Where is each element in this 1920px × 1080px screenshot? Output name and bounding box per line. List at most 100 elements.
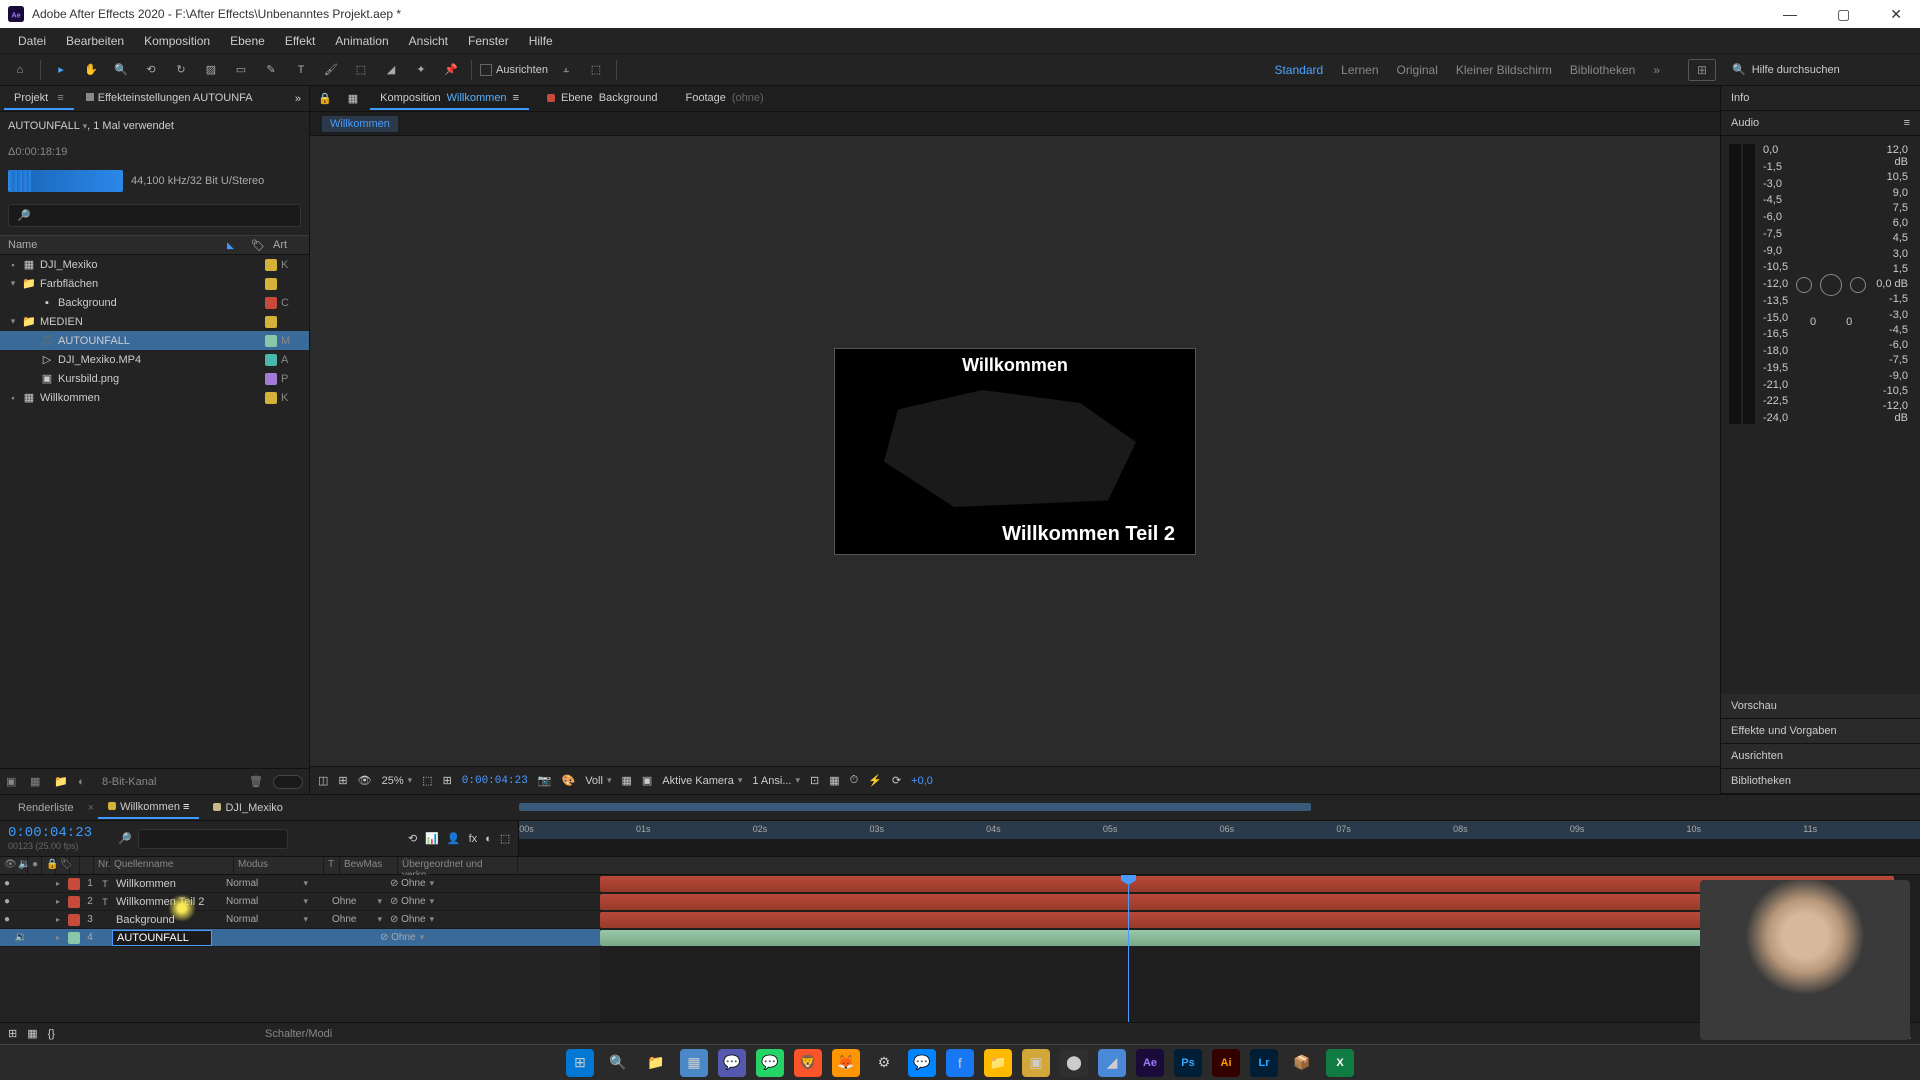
tab-bibliotheken[interactable]: Bibliotheken [1721, 769, 1920, 794]
tab-komposition[interactable]: Komposition Willkommen ≡ [370, 88, 529, 110]
tl-draft-icon[interactable]: ⬚ [500, 832, 510, 845]
project-item[interactable]: ▪▦WillkommenK [0, 388, 309, 407]
ps-icon[interactable]: Ps [1174, 1049, 1202, 1077]
tl-graph-icon[interactable]: 📊 [425, 832, 439, 845]
col-name[interactable]: Name [8, 239, 219, 251]
res-select[interactable]: Voll▾ [585, 775, 611, 787]
zoom-select[interactable]: 25%▾ [382, 775, 413, 787]
snapshot-icon[interactable]: 📷 [538, 774, 552, 787]
lr-icon[interactable]: Lr [1250, 1049, 1278, 1077]
region-icon[interactable]: 🎨 [562, 774, 576, 787]
ae-icon[interactable]: Ae [1136, 1049, 1164, 1077]
help-search[interactable]: 🔍 Hilfe durchsuchen [1732, 63, 1912, 76]
grid-icon[interactable]: ⊞ [443, 774, 452, 787]
col-tag-icon[interactable]: 🏷 [251, 239, 265, 252]
views-select[interactable]: 1 Ansi...▾ [752, 775, 800, 787]
interpret-icon[interactable]: ▣ [6, 775, 22, 788]
comp-tab-lock-icon[interactable]: 🔒 [314, 92, 336, 105]
menu-effekt[interactable]: Effekt [275, 30, 325, 52]
pixel-icon[interactable]: ⊡ [810, 774, 819, 787]
align-check[interactable]: Ausrichten [480, 64, 548, 76]
menu-animation[interactable]: Animation [325, 30, 398, 52]
col-source[interactable]: Quellenname [110, 857, 234, 874]
pen-tool[interactable]: ✎ [259, 58, 283, 82]
minimize-button[interactable]: — [1773, 2, 1807, 27]
close-button[interactable]: ✕ [1880, 2, 1912, 27]
timeline-search[interactable] [138, 829, 288, 849]
ws-edit-icon[interactable]: ⊞ [1688, 59, 1716, 81]
puppet-tool[interactable]: 📌 [439, 58, 463, 82]
tab-ausrichten[interactable]: Ausrichten [1721, 744, 1920, 769]
knob-l[interactable] [1796, 277, 1812, 293]
tl-brace-icon[interactable]: {} [48, 1028, 55, 1040]
menu-ansicht[interactable]: Ansicht [399, 30, 458, 52]
facebook-icon[interactable]: f [946, 1049, 974, 1077]
col-t[interactable]: T [324, 857, 340, 874]
trash-icon[interactable]: 🗑 [249, 775, 265, 788]
maximize-button[interactable]: ▢ [1827, 2, 1860, 27]
rotate-tool[interactable]: ↻ [169, 58, 193, 82]
roto-tool[interactable]: ✦ [409, 58, 433, 82]
widgets-icon[interactable]: ▦ [680, 1049, 708, 1077]
teams-icon[interactable]: 💬 [718, 1049, 746, 1077]
zoom-tool[interactable]: 🔍 [109, 58, 133, 82]
col-trk[interactable]: BewMas [340, 857, 398, 874]
app2-icon[interactable]: ▣ [1022, 1049, 1050, 1077]
col-nr[interactable]: Nr. [94, 857, 110, 874]
ws-more-icon[interactable]: » [1653, 63, 1660, 77]
explorer-icon[interactable]: 📁 [642, 1049, 670, 1077]
col-label-icon[interactable]: ◣ [227, 240, 243, 251]
comp-breadcrumb[interactable]: Willkommen [322, 116, 398, 132]
switch-modes[interactable]: Schalter/Modi [265, 1028, 332, 1040]
start-icon[interactable]: ⊞ [566, 1049, 594, 1077]
col-mode[interactable]: Modus [234, 857, 324, 874]
col-parent[interactable]: Übergeordnet und verkn... [398, 857, 518, 874]
project-item[interactable]: ▣Kursbild.pngP [0, 369, 309, 388]
app4-icon[interactable]: 📦 [1288, 1049, 1316, 1077]
tl-toggle-icon[interactable]: ⊞ [8, 1027, 17, 1040]
viewer-time[interactable]: 0:00:04:23 [462, 775, 528, 787]
tl-comp-icon[interactable]: ⟲ [408, 832, 417, 845]
search-toggle[interactable] [273, 775, 303, 789]
eraser-tool[interactable]: ◢ [379, 58, 403, 82]
menu-bearbeiten[interactable]: Bearbeiten [56, 30, 134, 52]
knob-r[interactable] [1850, 277, 1866, 293]
new-folder-icon[interactable]: 📁 [54, 775, 70, 788]
camera-select[interactable]: Aktive Kamera▾ [662, 775, 742, 787]
menu-fenster[interactable]: Fenster [458, 30, 519, 52]
brush-tool[interactable]: 🖌 [319, 58, 343, 82]
panel-more-icon[interactable]: » [291, 93, 305, 105]
3d-icon[interactable]: ▣ [642, 774, 652, 787]
tab-vorschau[interactable]: Vorschau [1721, 694, 1920, 719]
mask-icon[interactable]: 👁 [358, 774, 372, 787]
text-tool[interactable]: T [289, 58, 313, 82]
comp-tab-layer-icon[interactable]: ▦ [344, 92, 362, 105]
menu-datei[interactable]: Datei [8, 30, 56, 52]
ws-bib[interactable]: Bibliotheken [1570, 63, 1635, 77]
tab-effects[interactable]: Effekteinstellungen AUTOUNFA [76, 88, 289, 110]
timeline-layer[interactable]: ●▸1TWillkommenNormal▾⊘ Ohne ▾ [0, 875, 600, 893]
ws-standard[interactable]: Standard [1274, 63, 1323, 77]
tl-fx-icon[interactable]: fx [469, 833, 478, 845]
channel-icon[interactable]: ⊞ [338, 774, 347, 787]
app3-icon[interactable]: ◢ [1098, 1049, 1126, 1077]
close-tab-icon[interactable]: × [88, 802, 94, 814]
timeline-icon[interactable]: ⏱ [850, 774, 859, 787]
knob-master[interactable] [1820, 274, 1842, 296]
mask-tool[interactable]: ⬚ [584, 58, 608, 82]
tl-tab-dji[interactable]: DJI_Mexiko [203, 798, 292, 818]
tab-ebene[interactable]: Ebene Background [537, 88, 668, 110]
tl-frame-icon[interactable]: ▦ [27, 1027, 37, 1040]
project-search[interactable]: 🔎 [8, 204, 301, 227]
tab-footage[interactable]: Footage (ohne) [676, 88, 774, 110]
project-item[interactable]: ▾📁MEDIEN [0, 312, 309, 331]
timeline-timecode[interactable]: 0:00:04:23 [8, 825, 102, 841]
tab-info[interactable]: Info [1721, 86, 1920, 111]
firefox-icon[interactable]: 🦊 [832, 1049, 860, 1077]
hand-tool[interactable]: ✋ [79, 58, 103, 82]
tl-shy-icon[interactable]: 👤 [447, 832, 461, 845]
res-icon[interactable]: ⬚ [422, 774, 432, 787]
shape-tool[interactable]: ▭ [229, 58, 253, 82]
tab-effekte[interactable]: Effekte und Vorgaben [1721, 719, 1920, 744]
tl-tab-willkommen[interactable]: Willkommen ≡ [98, 797, 199, 819]
